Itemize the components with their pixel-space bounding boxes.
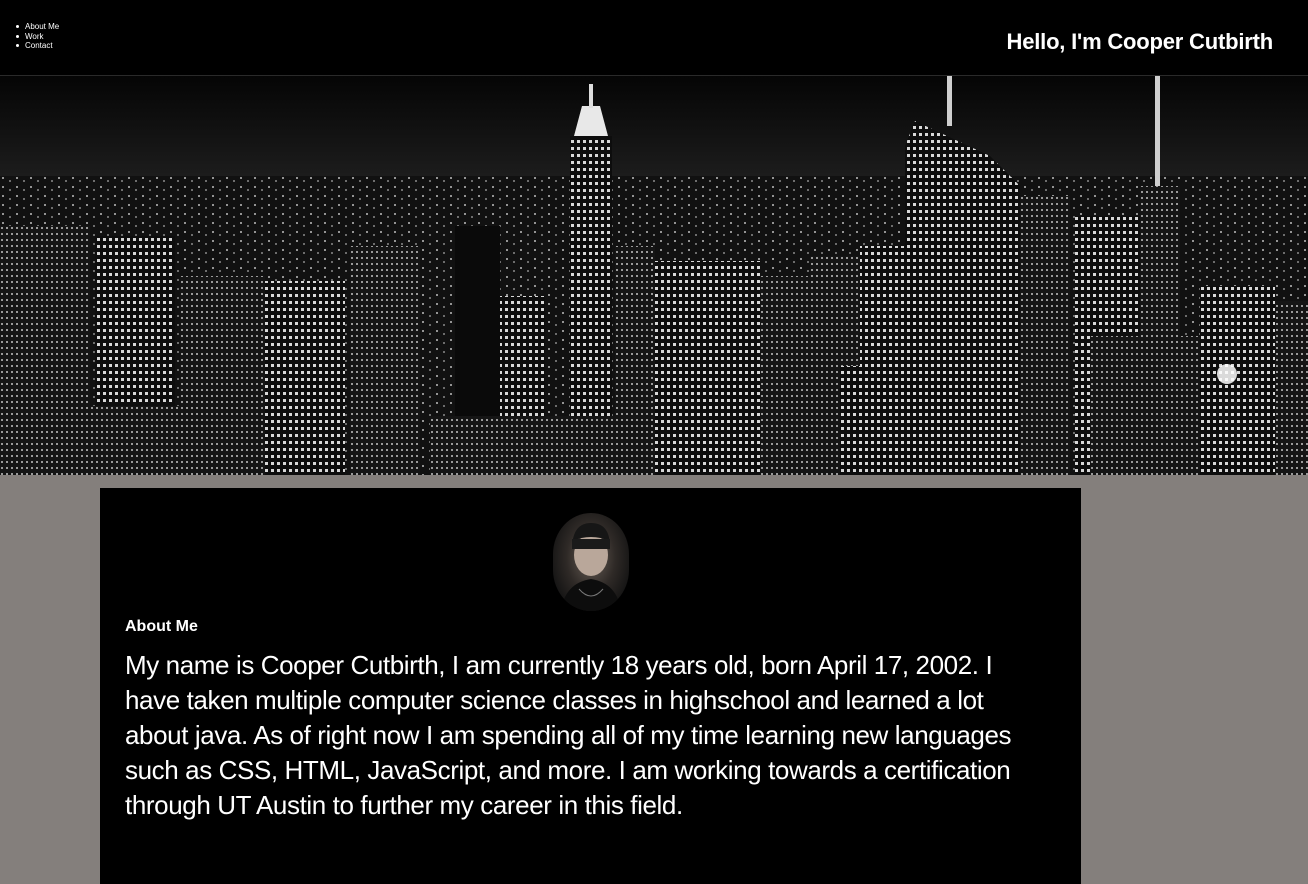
nav-link-contact[interactable]: Contact	[25, 41, 53, 50]
avatar	[553, 513, 629, 611]
nav-item-contact[interactable]: Contact	[16, 41, 59, 51]
site-title: Hello, I'm Cooper Cutbirth	[1006, 29, 1274, 54]
skyline-illustration	[0, 76, 1308, 475]
profile-photo-icon	[561, 523, 621, 611]
nav-item-about-me[interactable]: About Me	[16, 22, 59, 32]
hero-skyline-image	[0, 76, 1308, 475]
main-nav: About Me Work Contact	[16, 22, 59, 51]
site-header: About Me Work Contact Hello, I'm Cooper …	[0, 0, 1308, 76]
nav-item-work[interactable]: Work	[16, 32, 59, 42]
about-card: About Me My name is Cooper Cutbirth, I a…	[100, 488, 1081, 884]
about-bio: My name is Cooper Cutbirth, I am current…	[125, 650, 1012, 820]
about-heading: About Me	[125, 618, 198, 635]
nav-link-about-me[interactable]: About Me	[25, 22, 59, 31]
nav-link-work[interactable]: Work	[25, 32, 44, 41]
